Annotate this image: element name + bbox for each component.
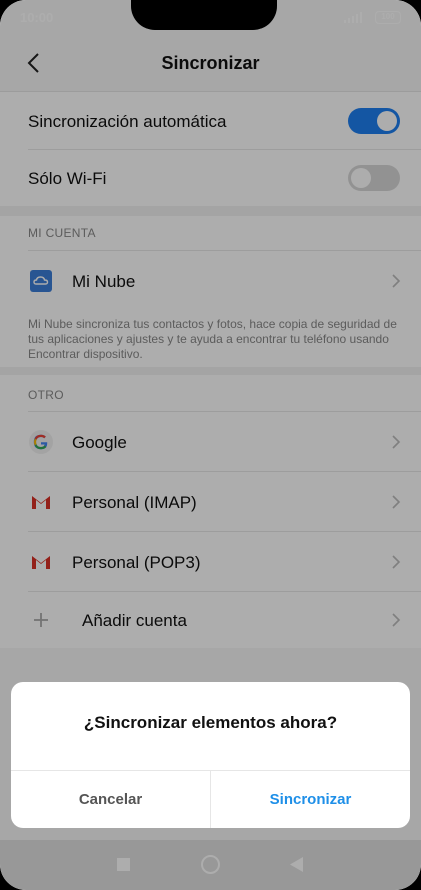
sync-dialog: ¿Sincronizar elementos ahora? Cancelar S…	[11, 682, 410, 828]
phone-screen: 10:00 100 Sincronizar Sincronización aut…	[0, 0, 421, 890]
sync-now-button[interactable]: Sincronizar	[211, 771, 410, 828]
cancel-button[interactable]: Cancelar	[11, 771, 210, 828]
dialog-title: ¿Sincronizar elementos ahora?	[83, 713, 338, 732]
